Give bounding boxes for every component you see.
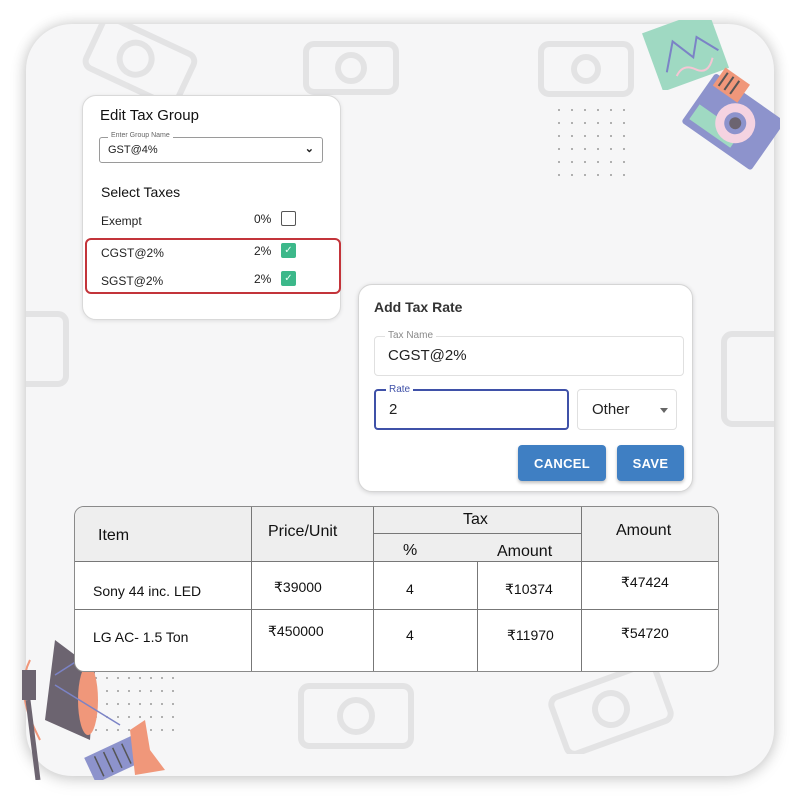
background-camera-icon: [26, 311, 69, 387]
background-camera-icon: [298, 683, 414, 749]
background-camera-icon: [538, 41, 634, 97]
tax-option-rate: 0%: [254, 212, 272, 226]
cell-amount: ₹54720: [621, 625, 669, 641]
column-divider: [581, 507, 582, 671]
dropdown-caret-icon[interactable]: [660, 408, 668, 413]
header-tax-amount: Amount: [497, 543, 553, 560]
cell-price: ₹450000: [268, 623, 324, 639]
group-name-select[interactable]: Enter Group Name GST@4% ⌄: [99, 132, 323, 163]
add-tax-rate-title: Add Tax Rate: [374, 299, 463, 315]
background-camera-icon: [548, 664, 674, 754]
column-divider: [477, 562, 478, 671]
tax-name-label: Tax Name: [385, 330, 437, 341]
select-taxes-heading: Select Taxes: [101, 184, 181, 200]
header-price: Price/Unit: [268, 523, 338, 540]
cell-price: ₹39000: [274, 579, 322, 595]
tax-name-value: CGST@2%: [388, 347, 467, 364]
tax-option-row: Exempt 0%: [101, 211, 301, 231]
save-button[interactable]: SAVE: [617, 445, 684, 481]
selected-taxes-highlight: [85, 238, 341, 294]
background-camera-icon: [82, 24, 198, 99]
column-divider: [373, 507, 374, 671]
edit-tax-group-title: Edit Tax Group: [100, 107, 199, 124]
cell-tax-percent: 4: [406, 627, 414, 643]
tax-option-name: Exempt: [101, 214, 142, 228]
group-name-value: GST@4%: [108, 144, 158, 156]
header-amount: Amount: [616, 522, 672, 539]
tax-option-checkbox[interactable]: [281, 211, 296, 226]
header-tax-percent: %: [403, 542, 418, 559]
rate-input[interactable]: Rate 2: [374, 384, 569, 430]
cell-item: Sony 44 inc. LED: [93, 583, 202, 599]
tax-name-input[interactable]: Tax Name CGST@2%: [374, 330, 684, 376]
cell-tax-amount: ₹11970: [507, 627, 554, 643]
camera-illustration-icon: [682, 67, 780, 170]
tax-subheader-divider: [373, 533, 581, 534]
chevron-down-icon[interactable]: ⌄: [305, 142, 314, 155]
column-divider: [251, 507, 252, 671]
cell-tax-amount: ₹10374: [505, 581, 553, 597]
group-name-label: Enter Group Name: [108, 132, 173, 139]
rate-value: 2: [389, 401, 398, 418]
rate-label: Rate: [386, 384, 414, 395]
add-tax-rate-card: Add Tax Rate Tax Name CGST@2% Rate 2 Oth…: [358, 284, 693, 492]
cell-item: LG AC- 1.5 Ton: [93, 629, 189, 645]
cell-amount: ₹47424: [621, 574, 669, 590]
background-camera-icon: [721, 331, 774, 427]
rate-type-value: Other: [592, 401, 630, 418]
decorative-dot-grid: [553, 104, 631, 182]
edit-tax-group-card: Edit Tax Group Enter Group Name GST@4% ⌄…: [82, 95, 341, 320]
header-item: Item: [98, 527, 130, 544]
invoice-items-table: Item Price/Unit Tax % Amount Amount Sony…: [74, 506, 719, 672]
header-tax: Tax: [463, 511, 488, 528]
cell-tax-percent: 4: [406, 581, 414, 597]
rate-type-select[interactable]: Other: [577, 389, 677, 430]
cancel-button[interactable]: CANCEL: [518, 445, 606, 481]
row-divider: [75, 609, 718, 610]
background-camera-icon: [303, 41, 399, 95]
